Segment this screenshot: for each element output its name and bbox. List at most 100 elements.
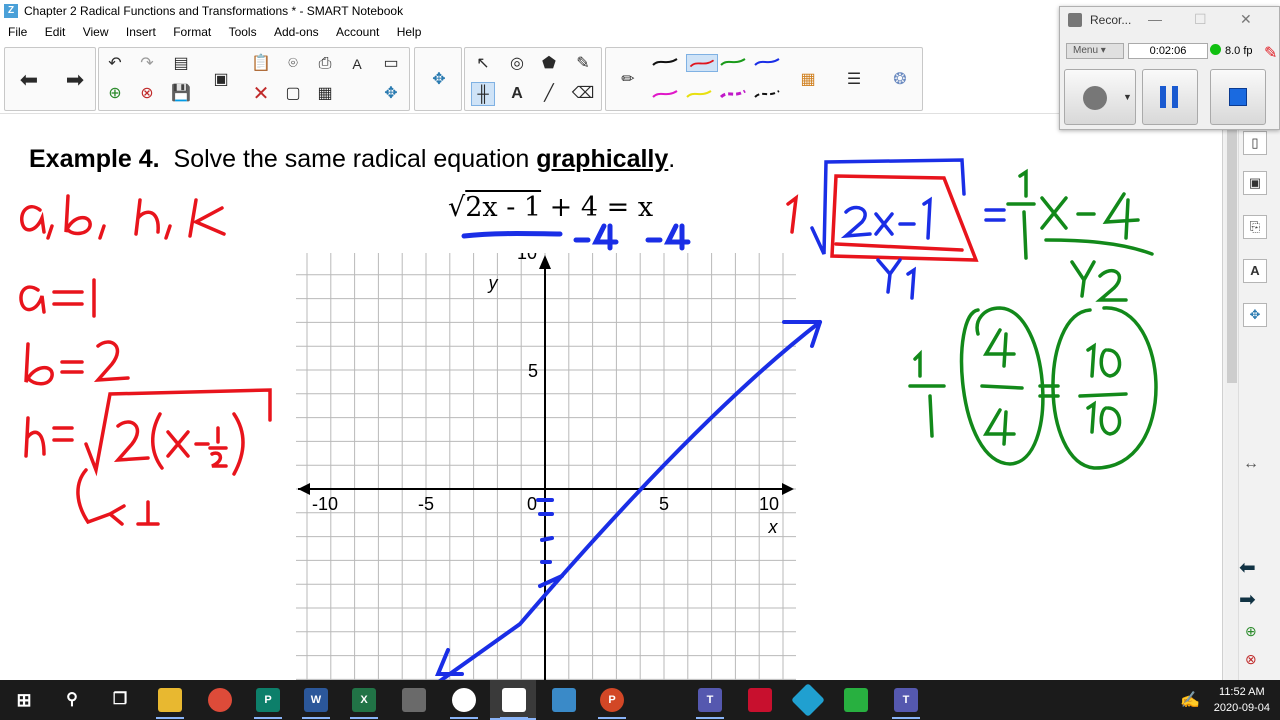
menu-tools[interactable]: Tools bbox=[229, 25, 257, 39]
pen-red-selected[interactable] bbox=[686, 54, 718, 72]
pause-button[interactable] bbox=[1142, 69, 1198, 125]
next-page-arrow-icon[interactable]: ➡ bbox=[1239, 587, 1256, 612]
paste-icon[interactable]: 📋 bbox=[249, 52, 273, 76]
select-arrow-icon[interactable]: ↖ bbox=[471, 52, 495, 76]
powerpoint-icon[interactable]: P bbox=[600, 688, 624, 712]
pen-blue[interactable] bbox=[754, 56, 780, 68]
maximize-icon[interactable]: ☐ bbox=[1194, 11, 1207, 28]
nav-group: ⬅ ➡ bbox=[4, 47, 96, 111]
system-clock[interactable]: 11:52 AM 2020-09-04 bbox=[1214, 684, 1270, 716]
teams-icon-2[interactable]: T bbox=[894, 688, 918, 712]
search-icon[interactable]: ⚲ bbox=[60, 688, 84, 712]
ink-y1-box bbox=[786, 174, 979, 262]
table-icon[interactable]: ▦ bbox=[313, 82, 337, 106]
arrow-left-icon[interactable]: ⬅ bbox=[17, 68, 41, 92]
effects-icon[interactable]: ❂ bbox=[888, 68, 912, 92]
pen-tool-icon[interactable]: ╫ bbox=[471, 82, 495, 106]
screen-shade-icon[interactable]: ▣ bbox=[209, 68, 233, 92]
windows-start-icon[interactable]: ⊞ bbox=[12, 688, 36, 712]
publisher-icon[interactable]: P bbox=[256, 688, 280, 712]
gallery-icon[interactable]: ▣ bbox=[1243, 171, 1267, 195]
text-tool-icon[interactable]: A bbox=[505, 82, 529, 106]
explorer-running-indicator bbox=[156, 717, 184, 719]
pen-green[interactable] bbox=[720, 56, 746, 68]
app-icon-6[interactable] bbox=[844, 688, 868, 712]
resize-arrows-icon[interactable]: ↔ bbox=[1243, 455, 1259, 473]
main-toolbar: ⬅ ➡ ↶ ↷ ▤ ▣ 📋 ⌾ ⎙ A ▭ ⊕ ⊗ 💾 ✕ ▢ ▦ ✥ ✥ ↖ … bbox=[0, 43, 1060, 113]
delete-page-side-icon[interactable]: ⊗ bbox=[1245, 651, 1257, 668]
line-style-icon[interactable]: ☰ bbox=[842, 68, 866, 92]
recorder-menu-button[interactable]: Menu ▾ bbox=[1066, 43, 1124, 59]
addon-icon[interactable]: ✥ bbox=[379, 82, 403, 106]
window-title: Chapter 2 Radical Functions and Transfor… bbox=[24, 4, 404, 18]
add-page-icon[interactable]: ⊕ bbox=[103, 82, 127, 106]
recorder-elapsed-time: 0:02:06 bbox=[1128, 43, 1208, 59]
redo-icon[interactable]: ↷ bbox=[135, 52, 159, 76]
eraser-icon[interactable]: ⌫ bbox=[571, 82, 595, 106]
annotate-pen-icon[interactable]: ✎ bbox=[1264, 43, 1280, 73]
camera-icon[interactable]: ⌾ bbox=[281, 52, 305, 76]
close-icon[interactable]: ✕ bbox=[1240, 11, 1252, 28]
addons-tab-icon[interactable]: ✥ bbox=[1243, 303, 1267, 327]
ink-line-graph bbox=[435, 320, 822, 681]
pen-yellow[interactable] bbox=[686, 88, 712, 100]
delete-page-icon[interactable]: ⊗ bbox=[135, 82, 159, 106]
pen-black[interactable] bbox=[652, 56, 678, 68]
undo-icon[interactable]: ↶ bbox=[103, 52, 127, 76]
pen-magenta[interactable] bbox=[652, 88, 678, 100]
word-icon[interactable]: W bbox=[304, 688, 328, 712]
app-icon-4[interactable] bbox=[748, 688, 772, 712]
new-page-icon[interactable]: ▤ bbox=[169, 52, 193, 76]
color-palette-icon[interactable]: ▦ bbox=[796, 68, 820, 92]
chrome-icon[interactable] bbox=[208, 688, 232, 712]
menu-addons[interactable]: Add-ons bbox=[274, 25, 319, 39]
screen-capture-icon[interactable]: ⎙ bbox=[313, 52, 337, 76]
app-icon-3[interactable] bbox=[552, 688, 576, 712]
notebook-page[interactable]: Example 4. Solve the same radical equati… bbox=[0, 113, 1222, 681]
fullscreen-icon[interactable]: ▢ bbox=[281, 82, 305, 106]
pen-workspace-icon[interactable]: ✍ bbox=[1180, 690, 1200, 710]
magic-pen-icon[interactable]: ✎ bbox=[571, 52, 595, 76]
save-icon[interactable]: 💾 bbox=[169, 82, 193, 106]
properties-icon[interactable]: A bbox=[1243, 259, 1267, 283]
display-icon[interactable]: ▭ bbox=[379, 52, 403, 76]
minimize-icon[interactable]: — bbox=[1148, 11, 1162, 27]
attachments-icon[interactable]: ⎘ bbox=[1243, 215, 1267, 239]
record-icon bbox=[1083, 86, 1107, 110]
shapes-icon[interactable]: ◎ bbox=[505, 52, 529, 76]
record-dropdown-icon[interactable]: ▼ bbox=[1123, 92, 1132, 102]
text-icon[interactable]: A bbox=[345, 52, 369, 76]
scroll-thumb[interactable] bbox=[1227, 123, 1237, 383]
pen-icon[interactable]: ✏ bbox=[616, 68, 640, 92]
pen-black-dashed[interactable] bbox=[754, 88, 780, 100]
fill-icon[interactable]: ⬟ bbox=[537, 52, 561, 76]
page-sorter-icon[interactable]: ▯ bbox=[1243, 131, 1267, 155]
task-view-icon[interactable]: ❐ bbox=[108, 688, 132, 712]
menu-help[interactable]: Help bbox=[397, 25, 422, 39]
arrow-right-icon[interactable]: ➡ bbox=[63, 68, 87, 92]
app-icon-2[interactable] bbox=[452, 688, 476, 712]
file-explorer-icon[interactable] bbox=[158, 688, 182, 712]
page-scrollbar[interactable] bbox=[1225, 113, 1239, 680]
app-icon-5[interactable] bbox=[791, 683, 825, 717]
highlighter-magenta[interactable] bbox=[720, 88, 746, 100]
excel-icon[interactable]: X bbox=[352, 688, 376, 712]
notebook-icon[interactable] bbox=[502, 688, 526, 712]
add-page-side-icon[interactable]: ⊕ bbox=[1245, 623, 1257, 640]
menu-insert[interactable]: Insert bbox=[126, 25, 156, 39]
teams-icon[interactable]: T bbox=[698, 688, 722, 712]
app-icon[interactable] bbox=[402, 688, 426, 712]
menu-file[interactable]: File bbox=[8, 25, 27, 39]
line-tool-icon[interactable]: ╱ bbox=[537, 82, 561, 106]
excel-running-indicator bbox=[350, 717, 378, 719]
prev-page-arrow-icon[interactable]: ⬅ bbox=[1239, 555, 1256, 580]
delete-icon[interactable]: ✕ bbox=[249, 82, 273, 106]
menu-format[interactable]: Format bbox=[173, 25, 211, 39]
menu-view[interactable]: View bbox=[83, 25, 109, 39]
record-button[interactable]: ▼ bbox=[1064, 69, 1136, 125]
ink-layer bbox=[19, 158, 1158, 681]
puzzle-icon[interactable]: ✥ bbox=[427, 68, 451, 92]
stop-button[interactable] bbox=[1210, 69, 1266, 125]
menu-edit[interactable]: Edit bbox=[45, 25, 66, 39]
menu-account[interactable]: Account bbox=[336, 25, 379, 39]
